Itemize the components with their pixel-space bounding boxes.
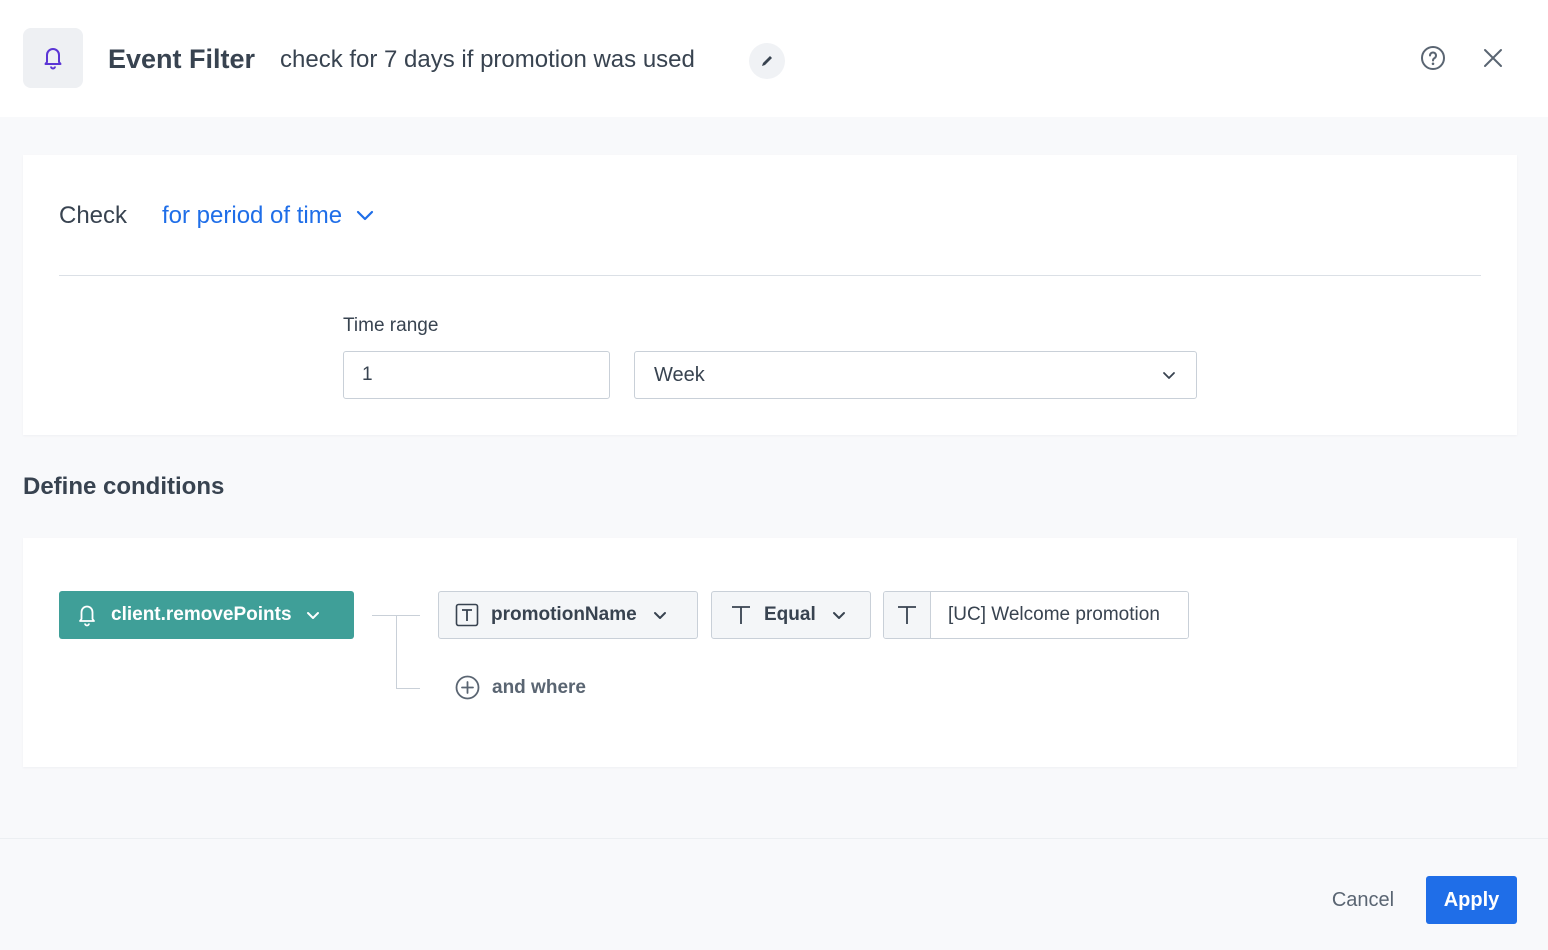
modal-header: Event Filter check for 7 days if promoti… <box>0 0 1548 117</box>
help-button[interactable] <box>1419 44 1447 72</box>
time-range-value-input[interactable] <box>343 351 610 399</box>
operator-name: Equal <box>764 604 816 625</box>
check-settings-card: Check for period of time Time range Week <box>23 155 1517 435</box>
chevron-down-icon <box>653 611 666 619</box>
divider <box>59 275 1481 276</box>
chevron-down-icon <box>356 210 374 221</box>
time-unit-value: Week <box>654 363 705 386</box>
time-unit-select[interactable]: Week <box>634 351 1197 399</box>
text-type-icon <box>732 606 750 624</box>
bell-icon <box>44 48 62 70</box>
conditions-card: client.removePoints promotionName Equal <box>23 538 1517 767</box>
parameter-name: promotionName <box>491 604 637 625</box>
header-icon-box <box>23 28 83 88</box>
filter-name: check for 7 days if promotion was used <box>280 46 695 73</box>
chevron-down-icon <box>306 611 319 619</box>
cancel-button[interactable]: Cancel <box>1313 876 1413 924</box>
tree-connector <box>396 615 397 688</box>
modal-title: Event Filter <box>108 44 256 74</box>
chevron-down-icon <box>1163 371 1175 379</box>
event-filter-modal: Event Filter check for 7 days if promoti… <box>0 0 1548 950</box>
event-name: client.removePoints <box>111 604 292 625</box>
tree-connector <box>396 688 420 689</box>
and-where-label: and where <box>492 676 586 698</box>
footer-divider <box>0 838 1548 839</box>
check-mode-label: for period of time <box>162 202 343 229</box>
bell-icon <box>79 605 95 627</box>
check-mode-dropdown[interactable]: for period of time <box>162 201 374 231</box>
text-type-icon <box>455 603 479 627</box>
plus-circle-icon <box>455 675 480 700</box>
operator-select[interactable]: Equal <box>711 591 871 639</box>
edit-name-button[interactable] <box>749 43 785 79</box>
close-icon <box>1484 49 1502 67</box>
pencil-icon <box>762 56 772 66</box>
add-and-where-button[interactable]: and where <box>455 675 586 700</box>
parameter-select[interactable]: promotionName <box>438 591 698 639</box>
time-range-label: Time range <box>343 315 439 336</box>
value-field <box>883 591 1189 639</box>
text-type-icon <box>898 606 916 624</box>
define-conditions-title: Define conditions <box>23 473 225 500</box>
help-icon <box>1421 46 1445 70</box>
check-label: Check <box>59 202 128 229</box>
chevron-down-icon <box>832 611 845 619</box>
apply-button[interactable]: Apply <box>1426 876 1517 924</box>
event-select[interactable]: client.removePoints <box>59 591 354 639</box>
close-button[interactable] <box>1480 45 1506 71</box>
value-input[interactable] <box>931 592 1188 638</box>
value-type-button[interactable] <box>884 592 931 638</box>
